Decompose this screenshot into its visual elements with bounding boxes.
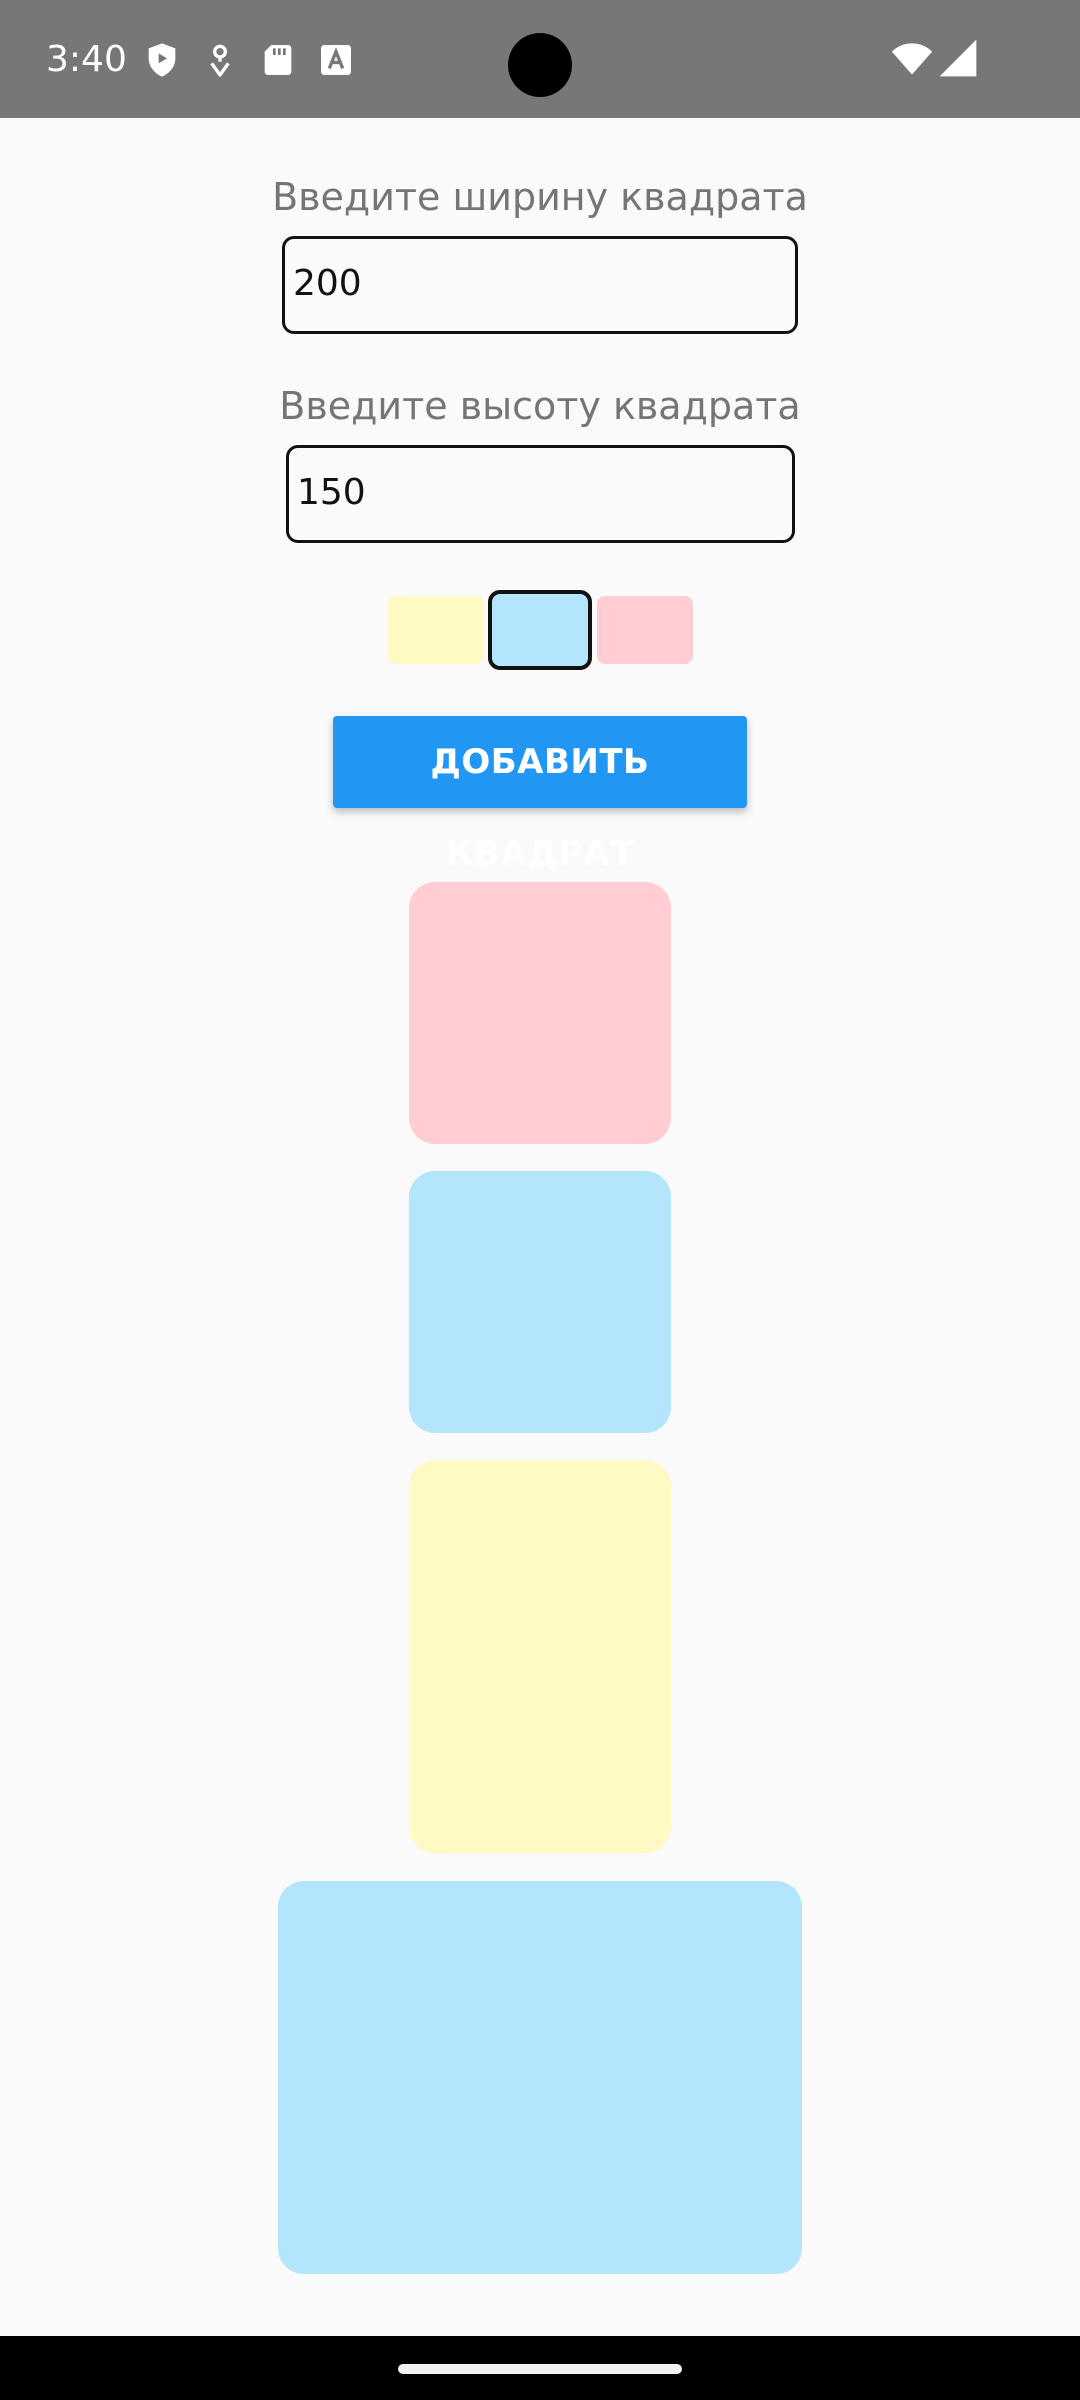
signal-icon (939, 39, 977, 77)
width-input[interactable]: 200 (282, 236, 798, 334)
status-bar: 3:40 (0, 0, 1080, 118)
location-pin-icon (210, 44, 230, 77)
color-swatch-yellow[interactable] (388, 596, 484, 664)
height-input[interactable]: 150 (286, 445, 795, 543)
home-indicator[interactable] (398, 2364, 682, 2374)
square-item (409, 1460, 671, 1853)
square-item (409, 882, 671, 1144)
shield-icon (148, 43, 176, 77)
width-label: Введите ширину квадрата (272, 175, 808, 219)
add-square-button[interactable]: ДОБАВИТЬ КВАДРАТ (333, 716, 747, 874)
wifi-icon (891, 43, 933, 75)
sd-card-icon (264, 45, 292, 75)
square-item (409, 1171, 671, 1433)
font-a-icon (321, 45, 351, 75)
color-swatch-blue[interactable] (488, 590, 592, 670)
square-item (278, 1881, 802, 2274)
height-label: Введите высоту квадрата (279, 384, 801, 428)
color-swatch-pink[interactable] (597, 596, 693, 664)
front-camera (508, 33, 572, 97)
status-time: 3:40 (46, 39, 127, 80)
